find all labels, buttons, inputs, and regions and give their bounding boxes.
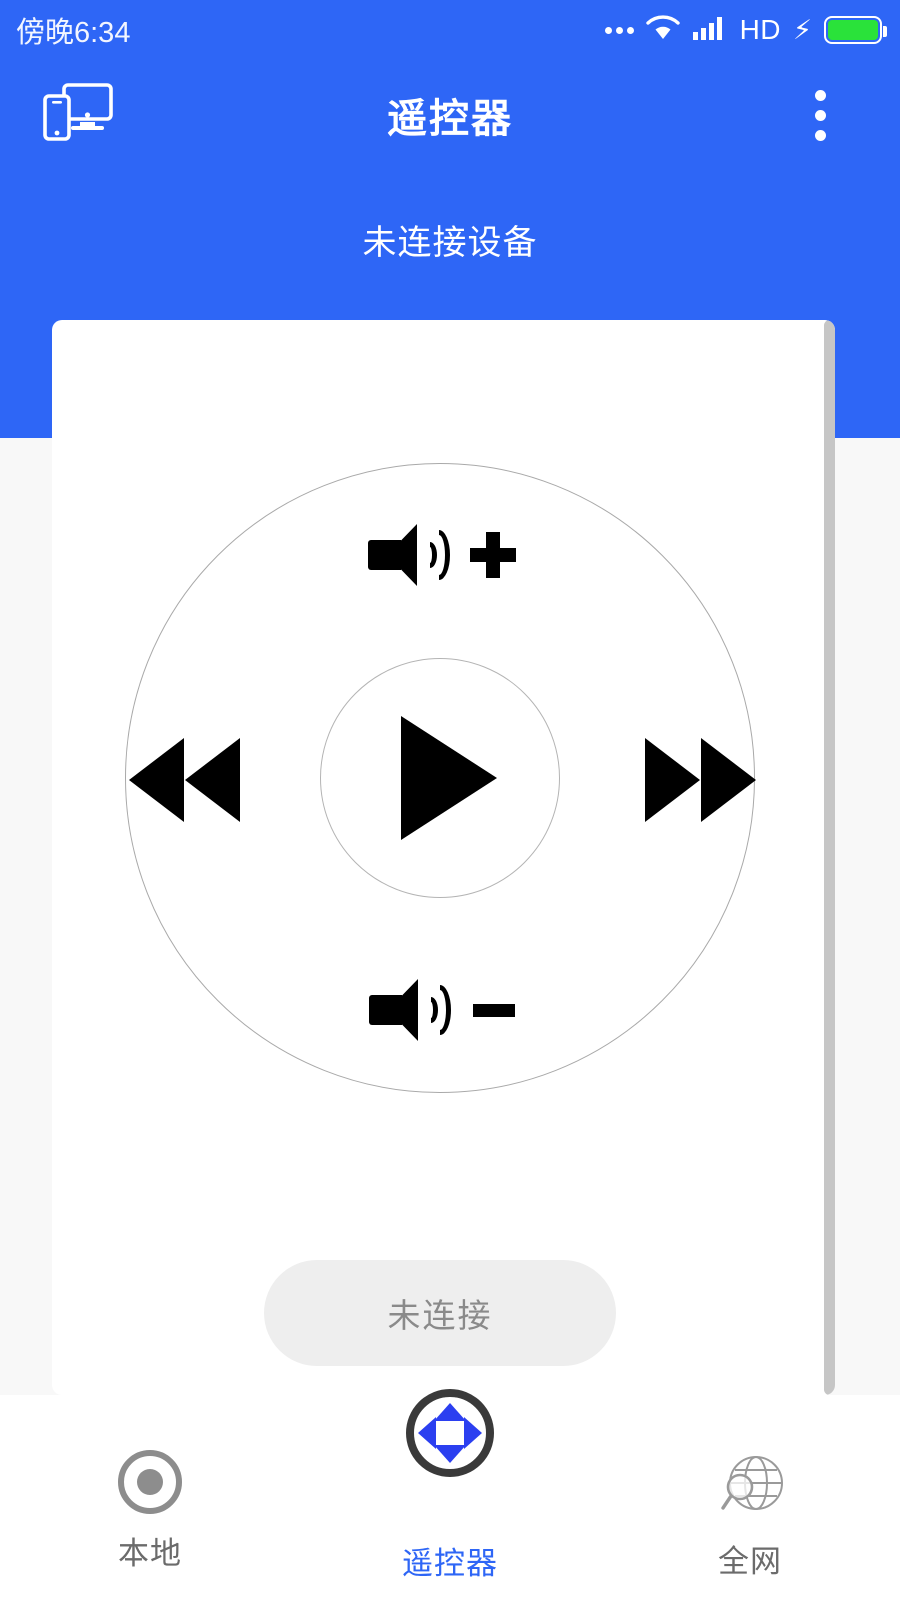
fast-forward-icon xyxy=(644,738,756,822)
cellular-signal-icon xyxy=(692,15,728,46)
charging-bolt-icon: ⚡ xyxy=(793,14,812,45)
nav-label-local: 本地 xyxy=(118,1536,182,1571)
fast-forward-button[interactable] xyxy=(620,715,780,845)
rewind-button[interactable] xyxy=(104,715,264,845)
rewind-icon xyxy=(128,738,240,822)
volume-down-button[interactable] xyxy=(337,965,547,1055)
status-time: 傍晚6:34 xyxy=(16,17,131,49)
hd-icon: HD xyxy=(739,14,782,45)
connection-status-text: 未连接设备 xyxy=(362,224,538,262)
nav-item-remote[interactable]: 遥控器 xyxy=(300,1389,600,1600)
more-dots-icon xyxy=(604,26,634,34)
page-title: 遥控器 xyxy=(387,97,513,141)
nav-item-全网[interactable]: 全网 xyxy=(600,1395,900,1600)
local-circle-dot-icon xyxy=(118,1450,182,1514)
status-icons-group: HD ⚡ xyxy=(604,14,887,46)
dpad-remote-icon xyxy=(406,1389,494,1477)
remote-control-card: 未连接 xyxy=(52,320,835,1395)
battery-icon xyxy=(824,16,887,44)
nav-item-local[interactable]: 本地 xyxy=(0,1395,300,1600)
overflow-menu-icon[interactable] xyxy=(800,84,840,146)
play-icon xyxy=(401,716,497,840)
plus-icon xyxy=(470,532,516,578)
wifi-icon xyxy=(645,14,680,46)
connect-button[interactable]: 未连接 xyxy=(264,1260,616,1366)
globe-search-icon xyxy=(714,1450,786,1522)
minus-icon xyxy=(473,1003,515,1017)
nav-label-quanwang: 全网 xyxy=(718,1544,782,1579)
nav-label-remote: 遥控器 xyxy=(402,1546,498,1581)
play-pause-button[interactable] xyxy=(320,658,560,898)
speaker-volume-up-icon xyxy=(368,524,454,586)
status-bar: 傍晚6:34 HD ⚡ xyxy=(0,0,900,60)
bottom-navigation-bar: 本地 遥控器 全网 xyxy=(0,1389,900,1600)
volume-up-button[interactable] xyxy=(337,510,547,600)
card-scrollbar[interactable] xyxy=(824,320,835,1395)
title-bar: 遥控器 xyxy=(0,60,900,170)
speaker-volume-down-icon xyxy=(369,979,455,1041)
